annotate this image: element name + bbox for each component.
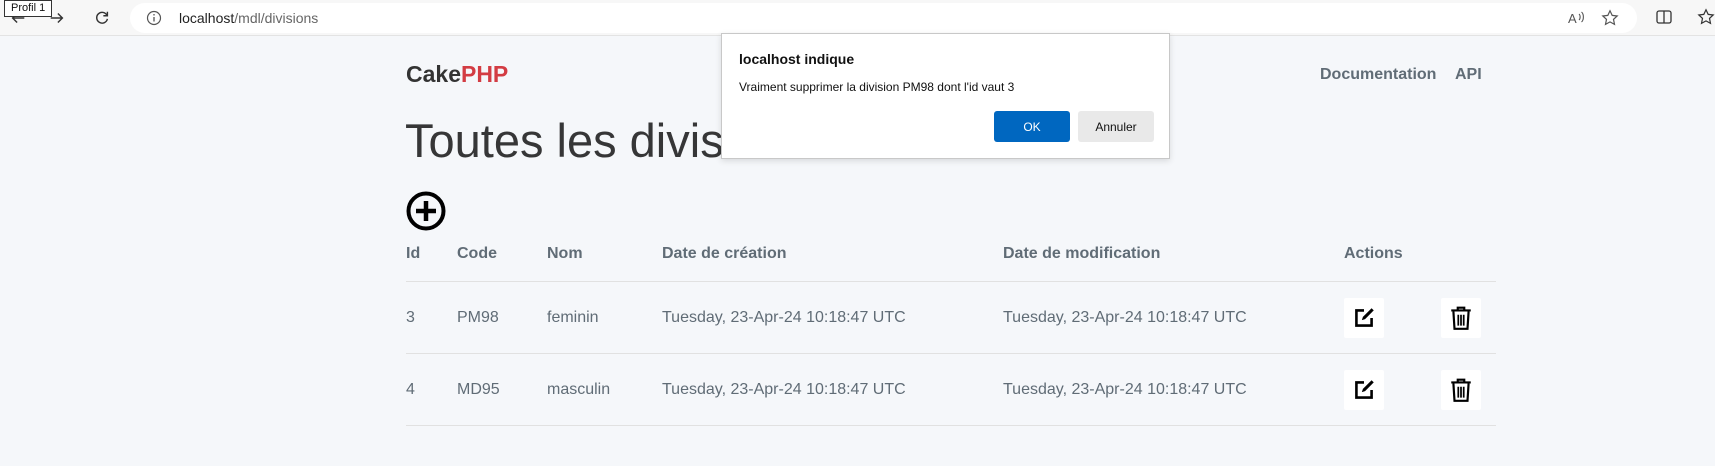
edit-button[interactable] [1344,369,1384,410]
delete-button[interactable] [1441,297,1481,338]
column-header-id[interactable]: Id [406,245,457,282]
ok-button[interactable]: OK [994,111,1070,142]
split-screen-icon[interactable] [1655,8,1673,26]
favorites-icon[interactable] [1697,8,1715,26]
profile-tooltip: Profil 1 [4,0,53,17]
cell-id: 3 [406,281,457,354]
trash-icon [1451,306,1471,330]
edit-icon [1355,379,1374,399]
edit-icon [1355,307,1374,327]
edit-button[interactable] [1344,297,1384,338]
svg-text:A: A [1568,11,1577,26]
delete-button[interactable] [1441,369,1481,410]
cell-code: PM98 [457,281,547,354]
cakephp-logo[interactable]: CakePHP [406,61,508,88]
url-path: /mdl/divisions [234,10,319,26]
logo-cake: Cake [406,61,461,87]
cell-nom: masculin [547,353,662,426]
table-row: 3 PM98 feminin Tuesday, 23-Apr-24 10:18:… [406,281,1496,354]
logo-php: PHP [460,61,509,87]
cell-created: Tuesday, 23-Apr-24 10:18:47 UTC [662,353,1003,426]
dialog-title: localhost indique [739,51,855,67]
column-header-modified[interactable]: Date de modification [1003,245,1344,282]
column-header-nom[interactable]: Nom [547,245,662,282]
plus-circle-icon[interactable] [406,191,446,231]
cell-code: MD95 [457,353,547,426]
table-row: 4 MD95 masculin Tuesday, 23-Apr-24 10:18… [406,353,1496,426]
column-header-code[interactable]: Code [457,245,547,282]
nav-documentation[interactable]: Documentation [1320,66,1436,84]
column-header-actions: Actions [1344,245,1403,262]
column-header-created[interactable]: Date de création [662,245,1003,282]
url-host: localhost [179,10,235,26]
cell-modified: Tuesday, 23-Apr-24 10:18:47 UTC [1003,353,1344,426]
favorite-star-icon[interactable] [1601,9,1619,27]
browser-toolbar: Profil 1 localhost/mdl/divisions A [0,0,1715,36]
trash-icon [1451,378,1471,402]
confirm-dialog: localhost indique Vraiment supprimer la … [721,33,1170,159]
cell-created: Tuesday, 23-Apr-24 10:18:47 UTC [662,281,1003,354]
nav-api[interactable]: API [1455,66,1482,84]
read-aloud-icon[interactable]: A [1567,9,1585,27]
table-header-row: Id Code Nom Date de création Date de mod… [406,245,1496,282]
dialog-message: Vraiment supprimer la division PM98 dont… [739,80,1015,94]
info-icon[interactable] [146,10,162,26]
address-bar[interactable]: localhost/mdl/divisions A [130,3,1637,33]
cell-modified: Tuesday, 23-Apr-24 10:18:47 UTC [1003,281,1344,354]
reload-button[interactable] [90,6,114,30]
cell-nom: feminin [547,281,662,354]
cell-id: 4 [406,353,457,426]
cancel-button[interactable]: Annuler [1078,111,1154,142]
url-text[interactable]: localhost/mdl/divisions [179,10,318,26]
reload-icon [96,11,109,24]
divisions-table: Id Code Nom Date de création Date de mod… [406,245,1496,426]
